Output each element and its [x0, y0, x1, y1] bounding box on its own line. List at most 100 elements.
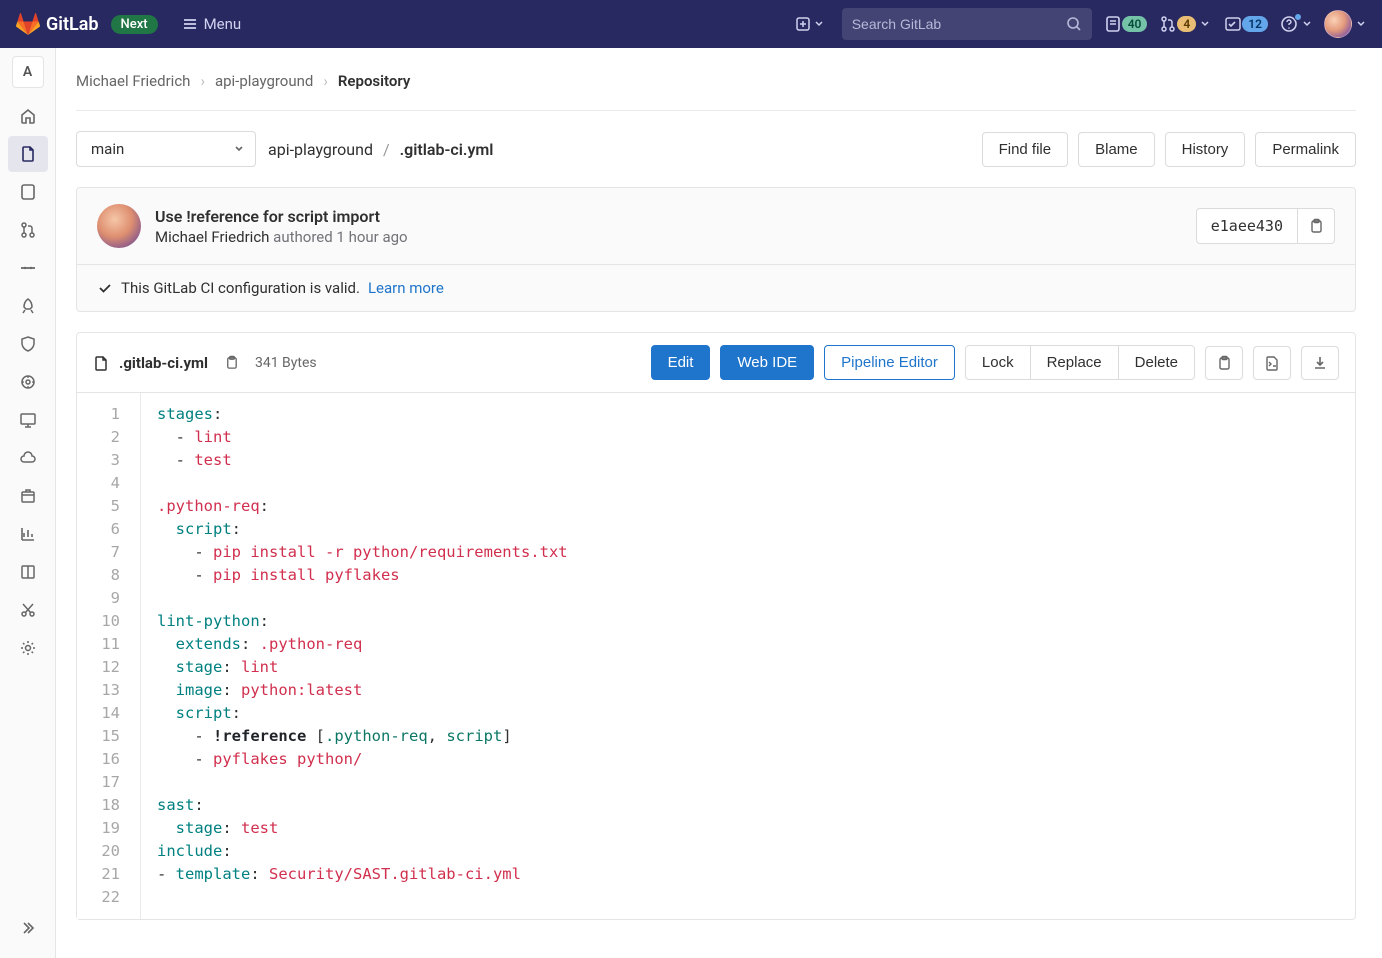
cloud-icon [19, 449, 37, 467]
user-avatar [1324, 10, 1352, 38]
sidebar-monitor[interactable] [8, 402, 48, 438]
sidebar-project-overview[interactable] [8, 98, 48, 134]
doc-raw-icon [1264, 355, 1280, 371]
sidebar-operations[interactable] [8, 364, 48, 400]
sidebar-security[interactable] [8, 326, 48, 362]
next-badge[interactable]: Next [111, 15, 158, 34]
merge-requests-counter[interactable]: 4 [1159, 15, 1212, 33]
doc-icon [19, 145, 37, 163]
help-notification-dot [1294, 13, 1302, 21]
file-header-actions: Edit Web IDE Pipeline Editor Lock Replac… [651, 345, 1339, 380]
web-ide-button[interactable]: Web IDE [720, 345, 814, 380]
commit-card: Use !reference for script import Michael… [76, 187, 1356, 312]
history-button[interactable]: History [1165, 132, 1246, 167]
project-avatar[interactable]: A [12, 56, 44, 88]
chevron-down-icon [233, 143, 245, 155]
chevron-down-icon [814, 19, 824, 29]
todos-counter[interactable]: 12 [1224, 15, 1268, 33]
hamburger-icon [182, 16, 198, 32]
permalink-button[interactable]: Permalink [1255, 132, 1356, 167]
path-file: .gitlab-ci.yml [400, 140, 494, 159]
home-icon [19, 107, 37, 125]
download-button[interactable] [1301, 346, 1339, 380]
code-viewer: 12345678910111213141516171819202122 stag… [77, 393, 1355, 919]
file-icon-actions [1205, 346, 1339, 380]
file-name-label: .gitlab-ci.yml [119, 354, 208, 372]
search-input[interactable] [852, 16, 1066, 32]
sidebar-packages[interactable] [8, 478, 48, 514]
copy-file-path-button[interactable] [218, 351, 245, 374]
commit-author-avatar[interactable] [97, 204, 141, 248]
raw-button[interactable] [1253, 346, 1291, 380]
sidebar-snippets[interactable] [8, 592, 48, 628]
sidebar-expand[interactable] [8, 910, 48, 946]
sidebar-repository[interactable] [8, 136, 48, 172]
edit-button[interactable]: Edit [651, 345, 711, 380]
file-controls: main api-playground / .gitlab-ci.yml Fin… [76, 111, 1356, 187]
breadcrumb-owner[interactable]: Michael Friedrich [76, 72, 190, 90]
copy-sha-button[interactable] [1298, 208, 1335, 244]
replace-button[interactable]: Replace [1030, 345, 1119, 380]
sidebar-wiki[interactable] [8, 554, 48, 590]
clipboard-icon [1216, 355, 1232, 371]
file-path: api-playground / .gitlab-ci.yml [268, 140, 493, 159]
file-header: .gitlab-ci.yml 341 Bytes Edit Web IDE Pi… [77, 333, 1355, 393]
search-box[interactable] [842, 8, 1092, 40]
sidebar-merge-requests[interactable] [8, 212, 48, 248]
merge-icon [19, 221, 37, 239]
gitlab-logo[interactable]: GitLab [16, 12, 99, 36]
issues-counter[interactable]: 40 [1104, 15, 1148, 33]
sidebar-ci-cd[interactable] [8, 250, 48, 286]
breadcrumb-project[interactable]: api-playground [215, 72, 313, 90]
todos-icon [1224, 15, 1242, 33]
delete-button[interactable]: Delete [1118, 345, 1195, 380]
sidebar-analytics[interactable] [8, 516, 48, 552]
project-sidebar: A [0, 48, 56, 958]
copy-contents-button[interactable] [1205, 346, 1243, 380]
menu-label: Menu [204, 15, 242, 33]
find-file-button[interactable]: Find file [982, 132, 1069, 167]
sidebar-infrastructure[interactable] [8, 440, 48, 476]
menu-button[interactable]: Menu [182, 15, 242, 33]
breadcrumbs: Michael Friedrich › api-playground › Rep… [76, 64, 1356, 111]
commit-sha[interactable]: e1aee430 [1196, 208, 1298, 244]
user-menu[interactable] [1324, 10, 1366, 38]
chevron-down-icon [1356, 19, 1366, 29]
download-icon [1312, 355, 1328, 371]
ci-valid-text: This GitLab CI configuration is valid. [121, 279, 360, 297]
navbar-left: GitLab Next Menu [16, 12, 241, 36]
breadcrumb-current: Repository [338, 72, 410, 90]
path-project[interactable]: api-playground [268, 140, 373, 159]
branch-selector[interactable]: main [76, 131, 256, 167]
chevron-down-icon [1302, 19, 1312, 29]
issues-icon [1104, 15, 1122, 33]
file-viewer: .gitlab-ci.yml 341 Bytes Edit Web IDE Pi… [76, 332, 1356, 920]
pipeline-icon [19, 259, 37, 277]
top-navbar: GitLab Next Menu 40 4 12 [0, 0, 1382, 48]
commit-info: Use !reference for script import Michael… [155, 207, 408, 246]
blame-button[interactable]: Blame [1078, 132, 1155, 167]
new-dropdown[interactable] [789, 12, 830, 36]
sidebar-deployments[interactable] [8, 288, 48, 324]
navbar-right: 40 4 12 [789, 8, 1366, 40]
line-numbers: 12345678910111213141516171819202122 [77, 393, 141, 919]
checkmark-icon [97, 280, 113, 296]
sidebar-settings[interactable] [8, 630, 48, 666]
commit-author[interactable]: Michael Friedrich [155, 228, 269, 246]
ci-learn-more-link[interactable]: Learn more [368, 279, 444, 297]
breadcrumb-sep: › [323, 72, 328, 90]
todos-badge: 12 [1242, 16, 1268, 32]
lock-button[interactable]: Lock [965, 345, 1031, 380]
path-sep: / [383, 140, 390, 159]
pipeline-editor-button[interactable]: Pipeline Editor [824, 345, 955, 380]
issues-list-icon [19, 183, 37, 201]
plus-icon [795, 16, 811, 32]
help-dropdown[interactable] [1280, 15, 1312, 33]
sidebar-issues[interactable] [8, 174, 48, 210]
tanuki-icon [16, 12, 40, 36]
code-body[interactable]: stages: - lint - test .python-req: scrip… [141, 393, 1355, 919]
commit-meta: Michael Friedrich authored 1 hour ago [155, 228, 408, 246]
rocket-icon [19, 297, 37, 315]
shield-icon [19, 335, 37, 353]
commit-title[interactable]: Use !reference for script import [155, 207, 408, 226]
